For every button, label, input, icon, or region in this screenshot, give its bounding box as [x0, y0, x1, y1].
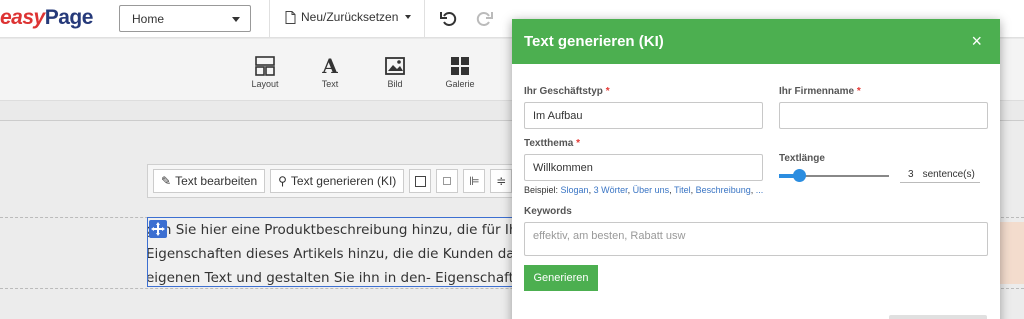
text-line: Eigenschaften dieses Artikels hinzu, die…: [147, 246, 553, 262]
logo-part-page: Page: [44, 6, 94, 29]
footer-button[interactable]: [889, 315, 987, 319]
chevron-down-icon: [232, 17, 240, 22]
image-icon: [385, 57, 405, 75]
example-link[interactable]: 3 Wörter: [594, 185, 628, 195]
text-length-label: Textlänge: [779, 153, 825, 164]
business-type-input[interactable]: Im Aufbau: [524, 102, 763, 129]
required-mark: *: [605, 86, 610, 97]
example-link[interactable]: Über uns: [633, 185, 670, 195]
text-length-slider[interactable]: [779, 169, 889, 182]
topic-examples: Beispiel: Slogan, 3 Wörter, Über uns, Ti…: [524, 185, 764, 195]
move-handle-icon[interactable]: [149, 220, 167, 238]
topic-label: Textthema *: [524, 138, 580, 149]
generate-text-label: Text generieren (KI): [290, 174, 397, 188]
section-background: [1000, 222, 1024, 284]
align-center-icon: ≑: [496, 174, 507, 188]
new-reset-button[interactable]: Neu/Zurücksetzen: [285, 10, 412, 24]
undo-icon[interactable]: [439, 8, 459, 28]
context-toolbar: ✎ Text bearbeiten ⚲ Text generieren (KI)…: [147, 164, 517, 198]
edit-text-label: Text bearbeiten: [175, 174, 258, 188]
tool-gallery[interactable]: Galerie: [436, 55, 484, 89]
label-text: Ihr Geschäftstyp: [524, 86, 603, 97]
padding-box-button[interactable]: [436, 169, 459, 193]
business-type-label: Ihr Geschäftstyp *: [524, 86, 610, 97]
text-block-selected[interactable]: gen Sie hier eine Produktbeschreibung hi…: [147, 217, 567, 287]
keywords-label: Keywords: [524, 206, 572, 217]
divider: [424, 0, 425, 38]
generate-text-dialog: Text generieren (KI) × Ihr Geschäftstyp …: [512, 19, 1000, 319]
tool-text[interactable]: A Text: [306, 54, 354, 89]
tool-label: Text: [321, 79, 339, 89]
example-link[interactable]: Titel: [674, 185, 691, 195]
text-line: gen Sie hier eine Produktbeschreibung hi…: [147, 222, 545, 238]
tool-label: Bild: [387, 79, 403, 89]
layout-icon: [255, 56, 275, 76]
length-unit: sentence(s): [922, 169, 975, 180]
gallery-icon: [451, 57, 469, 75]
text-icon: A: [322, 54, 338, 78]
border-box-button[interactable]: [409, 169, 432, 193]
align-center-button[interactable]: ≑: [490, 169, 513, 193]
text-line: eigenen Text und gestalten Sie ihn in de…: [147, 270, 557, 286]
example-link[interactable]: Slogan: [561, 185, 589, 195]
example-link[interactable]: ...: [756, 185, 764, 195]
generate-button[interactable]: Generieren: [524, 265, 598, 291]
tool-label: Layout: [251, 79, 279, 89]
tool-layout[interactable]: Layout: [241, 55, 289, 89]
example-link[interactable]: Beschreibung: [696, 185, 751, 195]
logo: easyPage: [0, 6, 93, 30]
length-number: 3: [908, 169, 914, 180]
close-icon[interactable]: ×: [971, 32, 982, 50]
document-icon: [285, 10, 296, 24]
company-name-label: Ihr Firmenname *: [779, 86, 861, 97]
required-mark: *: [856, 86, 861, 97]
chevron-down-icon: [405, 15, 412, 19]
edit-text-button[interactable]: ✎ Text bearbeiten: [153, 169, 266, 193]
tool-label: Galerie: [445, 79, 475, 89]
tool-image[interactable]: Bild: [371, 55, 419, 89]
pencil-icon: ✎: [161, 174, 172, 188]
required-mark: *: [576, 138, 580, 149]
keywords-input[interactable]: effektiv, am besten, Rabatt usw: [524, 222, 988, 256]
divider: [269, 0, 270, 38]
new-reset-label: Neu/Zurücksetzen: [301, 10, 399, 24]
label-text: Ihr Firmenname: [779, 86, 855, 97]
page-select-value: Home: [132, 12, 165, 26]
label-text: Textthema: [524, 138, 574, 149]
small-square-icon: [443, 177, 452, 185]
slider-handle[interactable]: [793, 169, 806, 182]
dialog-title: Text generieren (KI): [524, 33, 664, 50]
align-left-button[interactable]: ⊫: [463, 169, 486, 193]
dialog-header: Text generieren (KI) ×: [512, 19, 1000, 64]
text-length-value[interactable]: 3 sentence(s): [900, 169, 980, 183]
generate-text-button[interactable]: ⚲ Text generieren (KI): [270, 169, 405, 193]
lightbulb-icon: ⚲: [278, 174, 287, 188]
page-select[interactable]: Home: [119, 5, 251, 32]
align-left-icon: ⊫: [469, 174, 480, 188]
logo-part-easy: easy: [0, 6, 45, 29]
topic-input[interactable]: Willkommen: [524, 154, 763, 181]
redo-icon[interactable]: [474, 8, 494, 28]
company-name-input[interactable]: [779, 102, 988, 129]
square-icon: [414, 175, 426, 187]
examples-prefix: Beispiel:: [524, 185, 561, 195]
